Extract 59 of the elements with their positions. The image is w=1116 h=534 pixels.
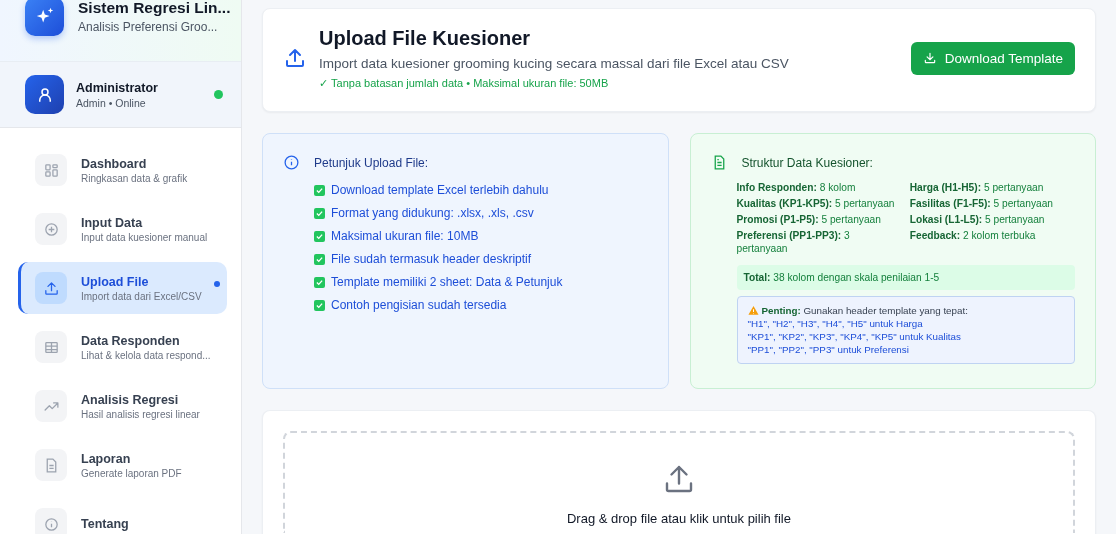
instruction-text: Template memiliki 2 sheet: Data & Petunjuk	[331, 275, 563, 289]
info-icon	[42, 515, 60, 533]
nav-subtitle: Generate laporan PDF	[81, 467, 182, 479]
panel-title: Petunjuk Upload File:	[314, 155, 429, 170]
user-role: Admin • Online	[76, 96, 147, 109]
info-icon	[283, 154, 300, 171]
nav-title: Input Data	[81, 215, 144, 230]
field-description: Harga (H1-H5): 5 pertanyaan	[909, 181, 1045, 194]
plus-circle-icon	[42, 220, 60, 238]
page-subtitle: Import data kuesioner grooming kucing secara massal dari file Excel atau CSV	[319, 55, 790, 71]
active-dot	[214, 281, 220, 287]
warning-heading: Penting: Gunakan header template yang tepat:	[761, 304, 968, 317]
page-note: ✓ Tanpa batasan jumlah data • Maksimal ukuran file: 50MB	[319, 76, 610, 90]
warning-icon	[747, 305, 759, 316]
dashboard-icon	[42, 161, 60, 179]
nav-subtitle: Ringkasan data & grafik	[81, 172, 188, 184]
field-description: Preferensi (PP1-PP3): 3 pertanyaan	[736, 229, 851, 255]
nav-title: Analisis Regresi	[81, 392, 180, 407]
nav-subtitle: Input data kuesioner manual	[81, 231, 208, 243]
nav-subtitle: Lihat & kelola data respond...	[81, 349, 211, 361]
field-description: Info Responden: 8 kolom	[736, 181, 857, 194]
field-description: Fasilitas (F1-F5): 5 pertanyaan	[909, 197, 1054, 210]
nav-title: Upload File	[81, 274, 150, 289]
field-description: Kualitas (KP1-KP5): 5 pertanyaan	[736, 197, 896, 210]
page-title: Upload File Kuesioner	[319, 26, 532, 50]
app-subtitle: Analisis Preferensi Groo...	[78, 20, 219, 34]
nav-item[interactable]: Upload File Import data dari Excel/CSV	[18, 262, 227, 314]
instruction-text: Maksimal ukuran file: 10MB	[331, 229, 479, 243]
nav-item[interactable]: Data Responden Lihat & kelola data respond...	[18, 321, 227, 373]
nav-item[interactable]: Tentang	[18, 498, 227, 534]
warning-line: "PP1", "PP2", "PP3" untuk Preferensi	[747, 343, 910, 356]
user-name: Administrator	[76, 80, 159, 95]
instruction-text: Download template Excel terlebih dahulu	[331, 183, 549, 197]
nav-title: Laporan	[81, 451, 132, 466]
nav-title: Tentang	[81, 517, 129, 531]
field-description: Feedback: 2 kolom terbuka	[909, 229, 1037, 243]
nav-title: Dashboard	[81, 156, 148, 171]
warning-line: "H1", "H2", "H3", "H4", "H5" untuk Harga	[747, 317, 924, 330]
upload-icon	[283, 46, 307, 70]
nav-subtitle: Hasil analisis regresi linear	[81, 408, 200, 420]
drop-zone[interactable]: Drag & drop file atau klik untuk pilih file	[283, 431, 1075, 533]
warning-line: "KP1", "KP2", "KP3", "KP4", "KP5" untuk Kualitas	[747, 330, 962, 343]
nav-title: Data Responden	[81, 333, 181, 348]
drop-zone-text: Drag & drop file atau klik untuk pilih file	[567, 511, 791, 526]
download-icon	[922, 51, 937, 65]
nav-subtitle: Import data dari Excel/CSV	[81, 290, 202, 302]
instruction-text: Contoh pengisian sudah tersedia	[331, 298, 507, 312]
field-description: Promosi (P1-P5): 5 pertanyaan	[736, 213, 882, 226]
instruction-text: File sudah termasuk header deskriptif	[331, 252, 532, 266]
instruction-text: Format yang didukung: .xlsx, .xls, .csv	[331, 206, 534, 220]
nav-item[interactable]: Laporan Generate laporan PDF	[18, 439, 227, 491]
app-title: Sistem Regresi Lin...	[78, 0, 231, 17]
panel-title: Struktur Data Kuesioner:	[741, 155, 873, 170]
upload-icon	[42, 279, 60, 297]
nav-item[interactable]: Input Data Input data kuesioner manual	[18, 203, 227, 255]
total-note: Total: 38 kolom dengan skala penilaian 1-5	[736, 265, 1075, 290]
nav-item[interactable]: Analisis Regresi Hasil analisis regresi linear	[18, 380, 227, 432]
field-description: Lokasi (L1-L5): 5 pertanyaan	[909, 213, 1046, 226]
nav-item[interactable]: Dashboard Ringkasan data & grafik	[18, 144, 227, 196]
